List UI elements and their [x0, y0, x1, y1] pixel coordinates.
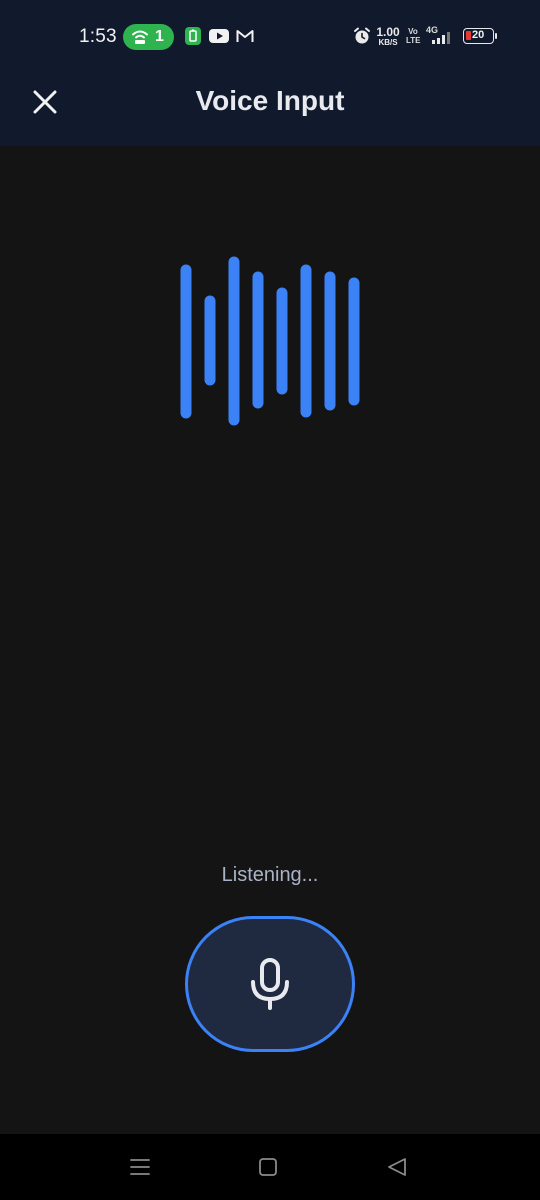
gmail-icon: [236, 30, 254, 42]
hotspot-icon: [132, 30, 148, 44]
listening-status: Listening...: [221, 864, 319, 886]
microphone-icon: [251, 958, 289, 1010]
status-time: 1:53: [79, 26, 117, 47]
battery-level: 20: [472, 29, 485, 41]
youtube-icon: [209, 29, 229, 43]
speed-value: 1.00: [376, 25, 400, 39]
alarm-icon: [354, 27, 370, 44]
volte-indicator: Vo LTE: [406, 27, 421, 45]
signal-icon: [432, 32, 450, 44]
top-area: 1:53 1 1.00 KB/S Vo LTE 4G 20 Voice Inpu…: [0, 0, 540, 146]
volte-bottom: LTE: [406, 36, 421, 45]
network-speed: 1.00 KB/S: [375, 26, 401, 47]
page-title: Voice Input: [195, 85, 345, 116]
audio-waveform-icon: [180, 256, 360, 426]
hotspot-count: 1: [155, 28, 164, 45]
speed-unit: KB/S: [378, 38, 398, 47]
home-icon[interactable]: [256, 1155, 280, 1179]
status-bar: 1:53 1 1.00 KB/S Vo LTE 4G 20: [0, 0, 540, 72]
volte-top: Vo: [408, 27, 418, 36]
recents-icon[interactable]: [128, 1155, 152, 1179]
hotspot-indicator[interactable]: 1: [123, 24, 174, 50]
back-icon[interactable]: [385, 1155, 409, 1179]
system-nav-bar: [0, 1134, 540, 1200]
microphone-button[interactable]: [185, 916, 355, 1052]
battery-saver-app-icon: [185, 27, 201, 45]
battery-fill: [466, 31, 471, 40]
battery-indicator: 20: [463, 28, 497, 44]
header: Voice Input: [0, 72, 540, 146]
